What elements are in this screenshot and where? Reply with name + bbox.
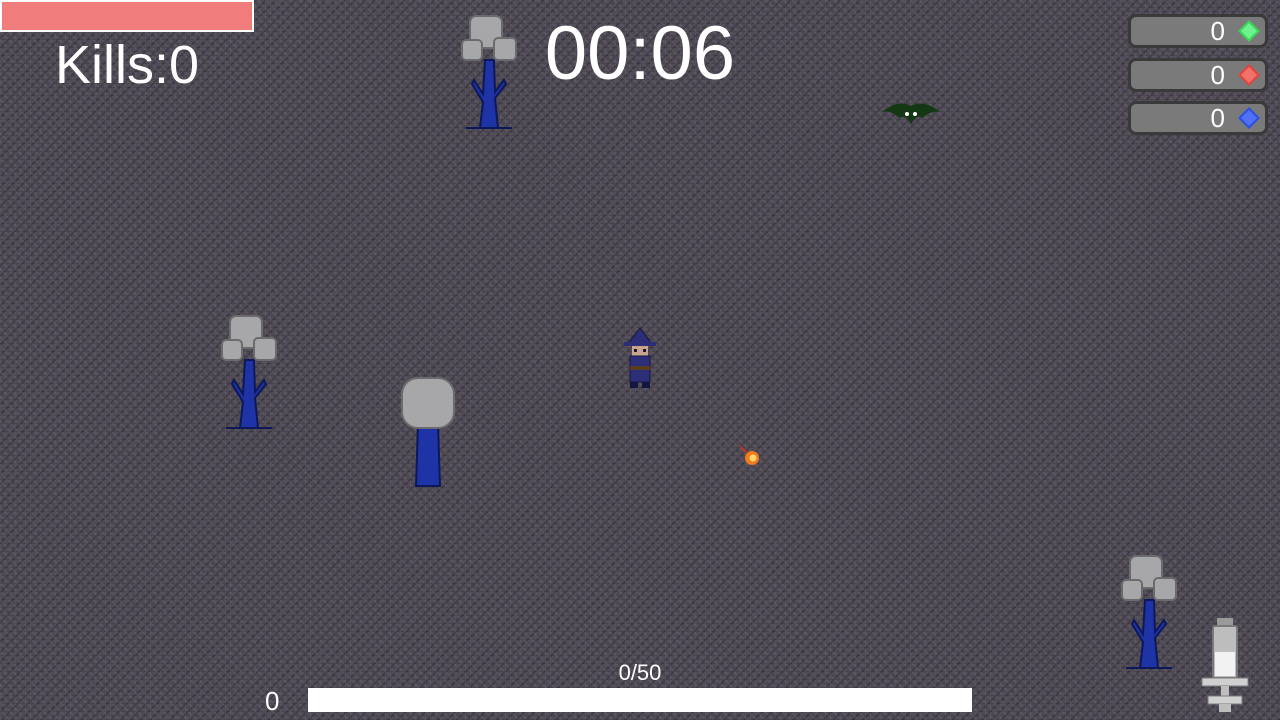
red-gem-icon bbox=[1238, 64, 1260, 86]
green-gem-counter: 0 bbox=[1128, 14, 1268, 48]
fireball-projectile bbox=[738, 444, 759, 465]
survival-timer: 00:06 bbox=[544, 11, 736, 96]
xp-bar bbox=[308, 688, 972, 712]
tree bbox=[221, 315, 277, 429]
xp-progress-text: 0/50 bbox=[618, 660, 662, 685]
blue-gem-icon bbox=[1238, 107, 1260, 129]
red-gem-counter: 0 bbox=[1128, 58, 1268, 92]
player-level: 0 bbox=[265, 686, 280, 716]
tree bbox=[1121, 555, 1177, 669]
green-gem-icon bbox=[1238, 20, 1260, 42]
bat-enemy bbox=[882, 103, 940, 124]
red-gem-count: 0 bbox=[1210, 60, 1225, 90]
wizard-player bbox=[624, 327, 656, 388]
green-gem-count: 0 bbox=[1210, 16, 1225, 46]
blue-gem-count: 0 bbox=[1210, 103, 1225, 133]
syringe-item bbox=[1201, 618, 1249, 712]
health-bar bbox=[0, 0, 254, 32]
kills-counter: Kills:0 bbox=[55, 35, 200, 95]
blue-gem-counter: 0 bbox=[1128, 101, 1268, 135]
round-tree bbox=[401, 377, 455, 487]
tree bbox=[461, 15, 517, 129]
